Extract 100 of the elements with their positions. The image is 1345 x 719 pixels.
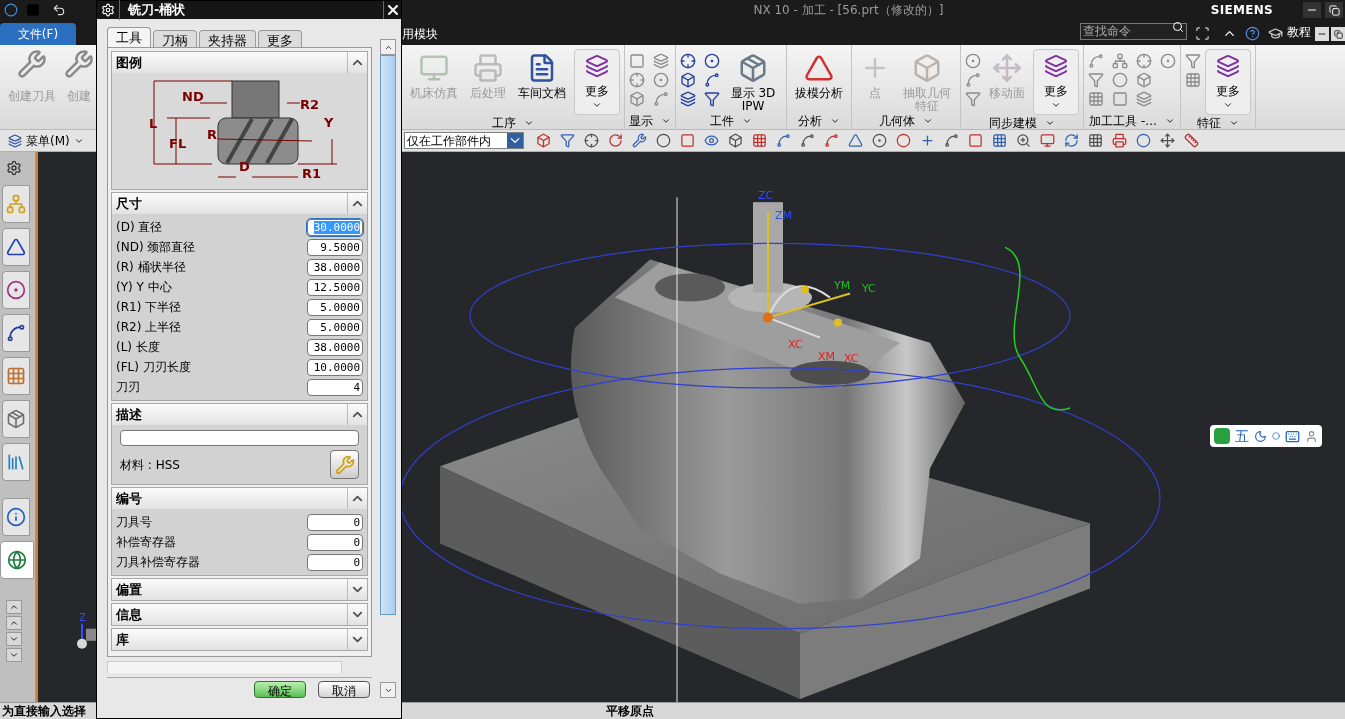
number-field[interactable]: 9.5000 <box>307 238 363 256</box>
caret-icon[interactable] <box>661 116 671 126</box>
number-field[interactable]: 4 <box>307 378 363 396</box>
undo-icon[interactable] <box>52 3 66 17</box>
tool-icon[interactable] <box>704 53 720 69</box>
settings-icon[interactable] <box>6 160 22 176</box>
number-field[interactable]: 10.0000 <box>307 358 363 376</box>
toolbar-icon[interactable] <box>1040 133 1055 148</box>
keyboard-icon[interactable] <box>1285 428 1300 444</box>
toolbar-icon[interactable] <box>584 133 599 148</box>
punctuation-icon[interactable] <box>1272 432 1280 440</box>
toolbar-icon[interactable] <box>680 133 695 148</box>
number-field[interactable]: 0 <box>307 553 363 571</box>
number-field[interactable]: 5.0000 <box>307 318 363 336</box>
more-button[interactable]: 更多 <box>1033 49 1079 115</box>
toolbar-icon[interactable] <box>656 133 671 148</box>
number-field[interactable]: 0 <box>307 513 363 531</box>
toolbar-icon[interactable] <box>944 133 959 148</box>
filter-dropdown[interactable]: 仅在工作部件内 <box>404 132 524 149</box>
tool-icon[interactable] <box>704 72 720 88</box>
sidebar-tab[interactable] <box>2 271 30 309</box>
toolbar-icon[interactable] <box>824 133 839 148</box>
tutorial-link[interactable]: 教程 <box>1287 23 1311 41</box>
ribbon-button[interactable]: 车间文档 <box>514 49 570 100</box>
toolbar-icon[interactable] <box>1112 133 1127 148</box>
user-icon[interactable] <box>1305 429 1318 443</box>
section-header[interactable]: 编号 <box>112 488 367 509</box>
toolbar-icon[interactable] <box>896 133 911 148</box>
section-header[interactable]: 库 <box>112 629 367 650</box>
ime-mode[interactable]: 五 <box>1235 425 1249 447</box>
caret-icon[interactable] <box>830 116 840 126</box>
number-field[interactable]: 38.0000 <box>307 258 363 276</box>
toolbar-icon[interactable] <box>920 133 935 148</box>
caret-icon[interactable] <box>742 116 752 126</box>
tool-icon[interactable] <box>704 91 720 107</box>
toolbar-icon[interactable] <box>1160 133 1175 148</box>
help-icon[interactable] <box>1245 26 1260 41</box>
caret-icon[interactable] <box>524 118 534 128</box>
scroll-button[interactable] <box>6 616 22 630</box>
scrollbar[interactable] <box>380 39 396 698</box>
restore-button[interactable] <box>1325 2 1343 18</box>
section-header[interactable]: 信息 <box>112 604 367 625</box>
toolbar-icon[interactable] <box>704 133 719 148</box>
toolbar-icon[interactable] <box>776 133 791 148</box>
toolbar-icon[interactable] <box>1016 133 1031 148</box>
ribbon-button[interactable]: 显示 3D IPW <box>724 49 782 113</box>
toolbar-icon[interactable] <box>608 133 623 148</box>
more-button[interactable]: 更多 <box>574 49 620 115</box>
search-field[interactable]: 查找命令 <box>1080 22 1187 40</box>
section-header[interactable]: 描述 <box>112 404 367 425</box>
minimize-button[interactable] <box>1315 27 1329 41</box>
toolbar-icon[interactable] <box>848 133 863 148</box>
material-button[interactable] <box>330 450 359 479</box>
moon-icon[interactable] <box>1254 429 1267 443</box>
description-field[interactable] <box>120 430 359 446</box>
sidebar-tab[interactable] <box>2 400 30 438</box>
toolbar-icon[interactable] <box>872 133 887 148</box>
toolbar-icon[interactable] <box>728 133 743 148</box>
toolbar-icon[interactable] <box>992 133 1007 148</box>
caret-icon[interactable] <box>923 116 933 126</box>
tool-icon[interactable] <box>680 53 696 69</box>
menu-button[interactable]: 菜单(M) <box>0 130 96 151</box>
caret-icon[interactable] <box>1164 116 1175 126</box>
toolbar-icon[interactable] <box>1088 133 1103 148</box>
sidebar-tab[interactable] <box>2 443 30 481</box>
sidebar-tab[interactable] <box>0 541 34 579</box>
minimize-button[interactable] <box>1303 2 1321 18</box>
file-tab[interactable]: 文件(F) <box>0 23 76 45</box>
toolbar-icon[interactable] <box>536 133 551 148</box>
sidebar-tab[interactable] <box>2 498 30 536</box>
ribbon-tab[interactable]: 用模块 <box>402 23 438 45</box>
toolbar-icon[interactable] <box>560 133 575 148</box>
number-field[interactable]: 38.0000 <box>307 338 363 356</box>
section-header[interactable]: 图例 <box>112 52 367 73</box>
more-button[interactable]: 更多 <box>1205 49 1251 115</box>
sidebar-tab[interactable] <box>2 228 30 266</box>
scroll-button[interactable] <box>6 600 22 614</box>
toolbar-icon[interactable] <box>1184 133 1199 148</box>
fullscreen-icon[interactable] <box>1195 26 1210 41</box>
toolbar-icon[interactable] <box>800 133 815 148</box>
close-button[interactable] <box>383 1 401 19</box>
ribbon-button[interactable]: 拔模分析 <box>791 49 847 100</box>
tab[interactable]: 夹持器 <box>199 30 256 47</box>
tab[interactable]: 工具 <box>107 27 151 47</box>
toolbar-icon[interactable] <box>968 133 983 148</box>
restore-button[interactable] <box>1331 27 1345 41</box>
toolbar-icon[interactable] <box>1136 133 1151 148</box>
section-header[interactable]: 偏置 <box>112 579 367 600</box>
number-field[interactable]: 12.5000 <box>307 278 363 296</box>
sidebar-tab[interactable] <box>2 314 30 352</box>
toolbar-icon[interactable] <box>632 133 647 148</box>
tool-icon[interactable] <box>680 72 696 88</box>
tab[interactable]: 刀柄 <box>153 30 197 47</box>
tool-icon[interactable] <box>680 91 696 107</box>
dialog-button[interactable]: 取消 <box>318 681 370 698</box>
number-field[interactable]: 0 <box>307 533 363 551</box>
dialog-button[interactable]: 确定 <box>254 681 306 698</box>
toolbar-icon[interactable] <box>1064 133 1079 148</box>
section-header[interactable]: 尺寸 <box>112 193 367 214</box>
tab[interactable]: 更多 <box>258 30 302 47</box>
